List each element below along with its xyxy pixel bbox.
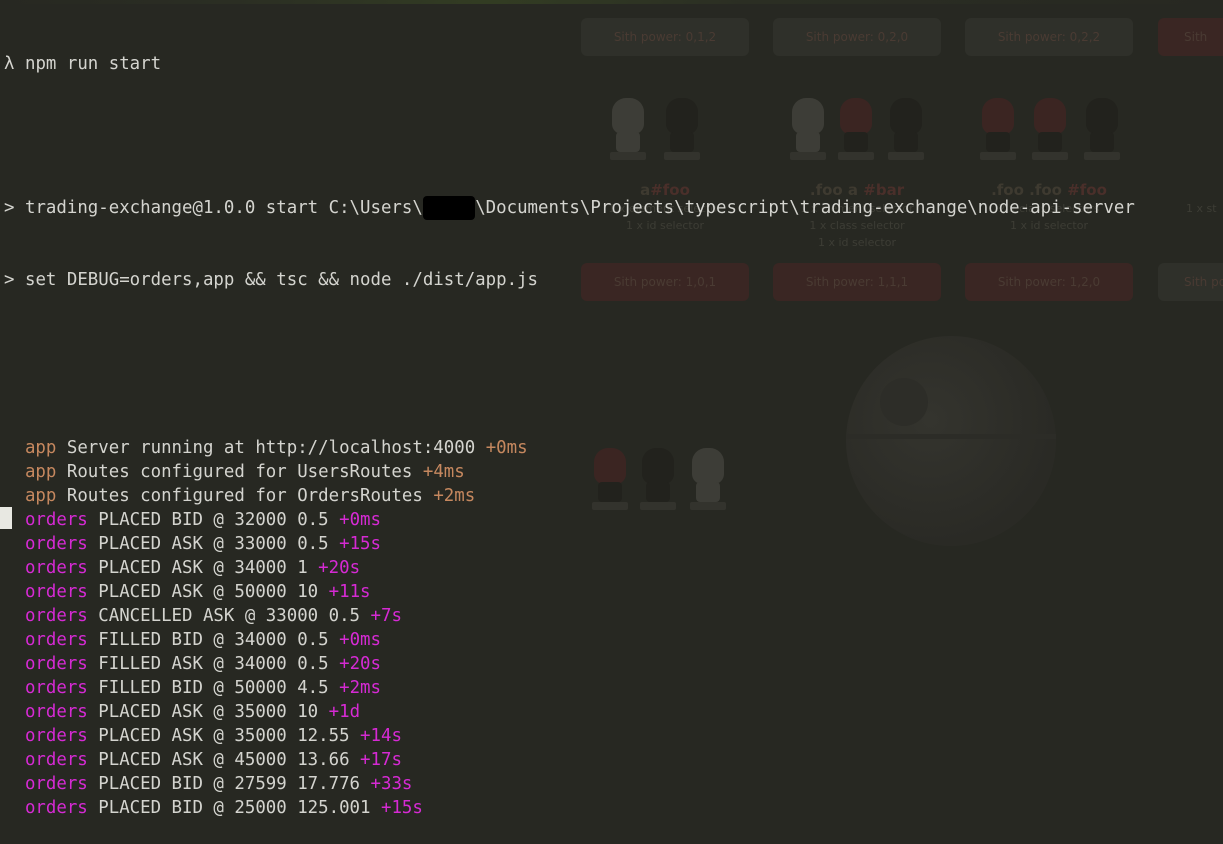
log-time-delta: +33s bbox=[370, 774, 413, 794]
log-namespace: orders bbox=[24, 606, 88, 626]
log-line: orders FILLED BID @ 50000 4.5 +2ms bbox=[4, 676, 1135, 700]
script-line: > set DEBUG=orders,app && tsc && node ./… bbox=[4, 270, 539, 290]
log-time-delta: +7s bbox=[370, 606, 402, 626]
log-time-delta: +20s bbox=[339, 654, 381, 674]
log-namespace: orders bbox=[24, 534, 88, 554]
log-line: orders PLACED BID @ 32000 0.5 +0ms bbox=[4, 508, 1135, 532]
log-line: orders PLACED ASK @ 50000 10 +11s bbox=[4, 580, 1135, 604]
log-line: orders FILLED BID @ 34000 0.5 +0ms bbox=[4, 628, 1135, 652]
log-message: CANCELLED ASK @ 33000 0.5 bbox=[98, 606, 361, 626]
log-message: FILLED ASK @ 34000 0.5 bbox=[98, 654, 329, 674]
log-namespace: app bbox=[24, 462, 57, 482]
log-message: PLACED ASK @ 50000 10 bbox=[98, 582, 319, 602]
log-time-delta: +2ms bbox=[339, 678, 381, 698]
log-message: PLACED ASK @ 35000 12.55 bbox=[98, 726, 350, 746]
log-line: orders PLACED ASK @ 45000 13.66 +17s bbox=[4, 748, 1135, 772]
log-namespace: orders bbox=[24, 510, 88, 530]
command-line: λ npm run start bbox=[4, 54, 162, 74]
log-time-delta: +15s bbox=[380, 798, 423, 818]
log-namespace: orders bbox=[24, 558, 88, 578]
log-message: Routes configured for UsersRoutes bbox=[66, 462, 413, 482]
log-line: orders FILLED ASK @ 34000 0.5 +20s bbox=[4, 652, 1135, 676]
log-message: FILLED BID @ 34000 0.5 bbox=[98, 630, 329, 650]
log-line: app Routes configured for OrdersRoutes +… bbox=[4, 484, 1135, 508]
log-line: orders CANCELLED ASK @ 33000 0.5 +7s bbox=[4, 604, 1135, 628]
log-message: PLACED BID @ 27599 17.776 bbox=[98, 774, 361, 794]
log-message: PLACED ASK @ 33000 0.5 bbox=[98, 534, 329, 554]
text-cursor bbox=[0, 507, 12, 529]
bg-card-desc: 1 x st bbox=[1186, 202, 1217, 215]
log-time-delta: +15s bbox=[339, 534, 381, 554]
log-namespace: orders bbox=[24, 726, 88, 746]
terminal-output[interactable]: λ npm run start > trading-exchange@1.0.0… bbox=[0, 0, 1135, 844]
log-time-delta: +1d bbox=[328, 702, 361, 722]
log-message: PLACED ASK @ 45000 13.66 bbox=[98, 750, 350, 770]
log-time-delta: +0ms bbox=[339, 510, 381, 530]
log-line: orders PLACED BID @ 27599 17.776 +33s bbox=[4, 772, 1135, 796]
log-time-delta: +0ms bbox=[485, 438, 528, 458]
log-namespace: orders bbox=[24, 678, 88, 698]
log-line: app Server running at http://localhost:4… bbox=[4, 436, 1135, 460]
log-line: orders PLACED ASK @ 35000 12.55 +14s bbox=[4, 724, 1135, 748]
log-time-delta: +14s bbox=[360, 726, 402, 746]
bg-button-4: Sith bbox=[1158, 18, 1223, 56]
bg-button-sith-power: Sith pov bbox=[1158, 263, 1223, 301]
log-namespace: app bbox=[24, 438, 57, 458]
log-namespace: orders bbox=[24, 654, 88, 674]
log-time-delta: +11s bbox=[328, 582, 371, 602]
log-lines: app Server running at http://localhost:4… bbox=[4, 436, 1135, 820]
log-time-delta: +2ms bbox=[433, 486, 476, 506]
log-namespace: orders bbox=[24, 582, 88, 602]
log-message: PLACED ASK @ 34000 1 bbox=[98, 558, 308, 578]
log-time-delta: +20s bbox=[318, 558, 361, 578]
log-namespace: orders bbox=[24, 774, 88, 794]
log-message: Routes configured for OrdersRoutes bbox=[66, 486, 423, 506]
log-message: PLACED BID @ 25000 125.001 bbox=[98, 798, 371, 818]
log-namespace: app bbox=[24, 486, 57, 506]
script-line: > trading-exchange@1.0.0 start C:\Users\… bbox=[4, 196, 1135, 220]
log-message: Server running at http://localhost:4000 bbox=[66, 438, 476, 458]
log-namespace: orders bbox=[24, 798, 88, 818]
log-message: PLACED BID @ 32000 0.5 bbox=[98, 510, 329, 530]
log-namespace: orders bbox=[24, 750, 88, 770]
log-message: FILLED BID @ 50000 4.5 bbox=[98, 678, 329, 698]
log-namespace: orders bbox=[24, 630, 88, 650]
log-time-delta: +0ms bbox=[339, 630, 381, 650]
log-time-delta: +4ms bbox=[422, 462, 465, 482]
log-line: orders PLACED ASK @ 35000 10 +1d bbox=[4, 700, 1135, 724]
log-time-delta: +17s bbox=[360, 750, 402, 770]
log-line: orders PLACED ASK @ 34000 1 +20s bbox=[4, 556, 1135, 580]
redacted-username: █████ bbox=[422, 196, 476, 220]
log-line: orders PLACED BID @ 25000 125.001 +15s bbox=[4, 796, 1135, 820]
log-namespace: orders bbox=[24, 702, 88, 722]
log-line: app Routes configured for UsersRoutes +4… bbox=[4, 460, 1135, 484]
log-message: PLACED ASK @ 35000 10 bbox=[98, 702, 319, 722]
log-line: orders PLACED ASK @ 33000 0.5 +15s bbox=[4, 532, 1135, 556]
